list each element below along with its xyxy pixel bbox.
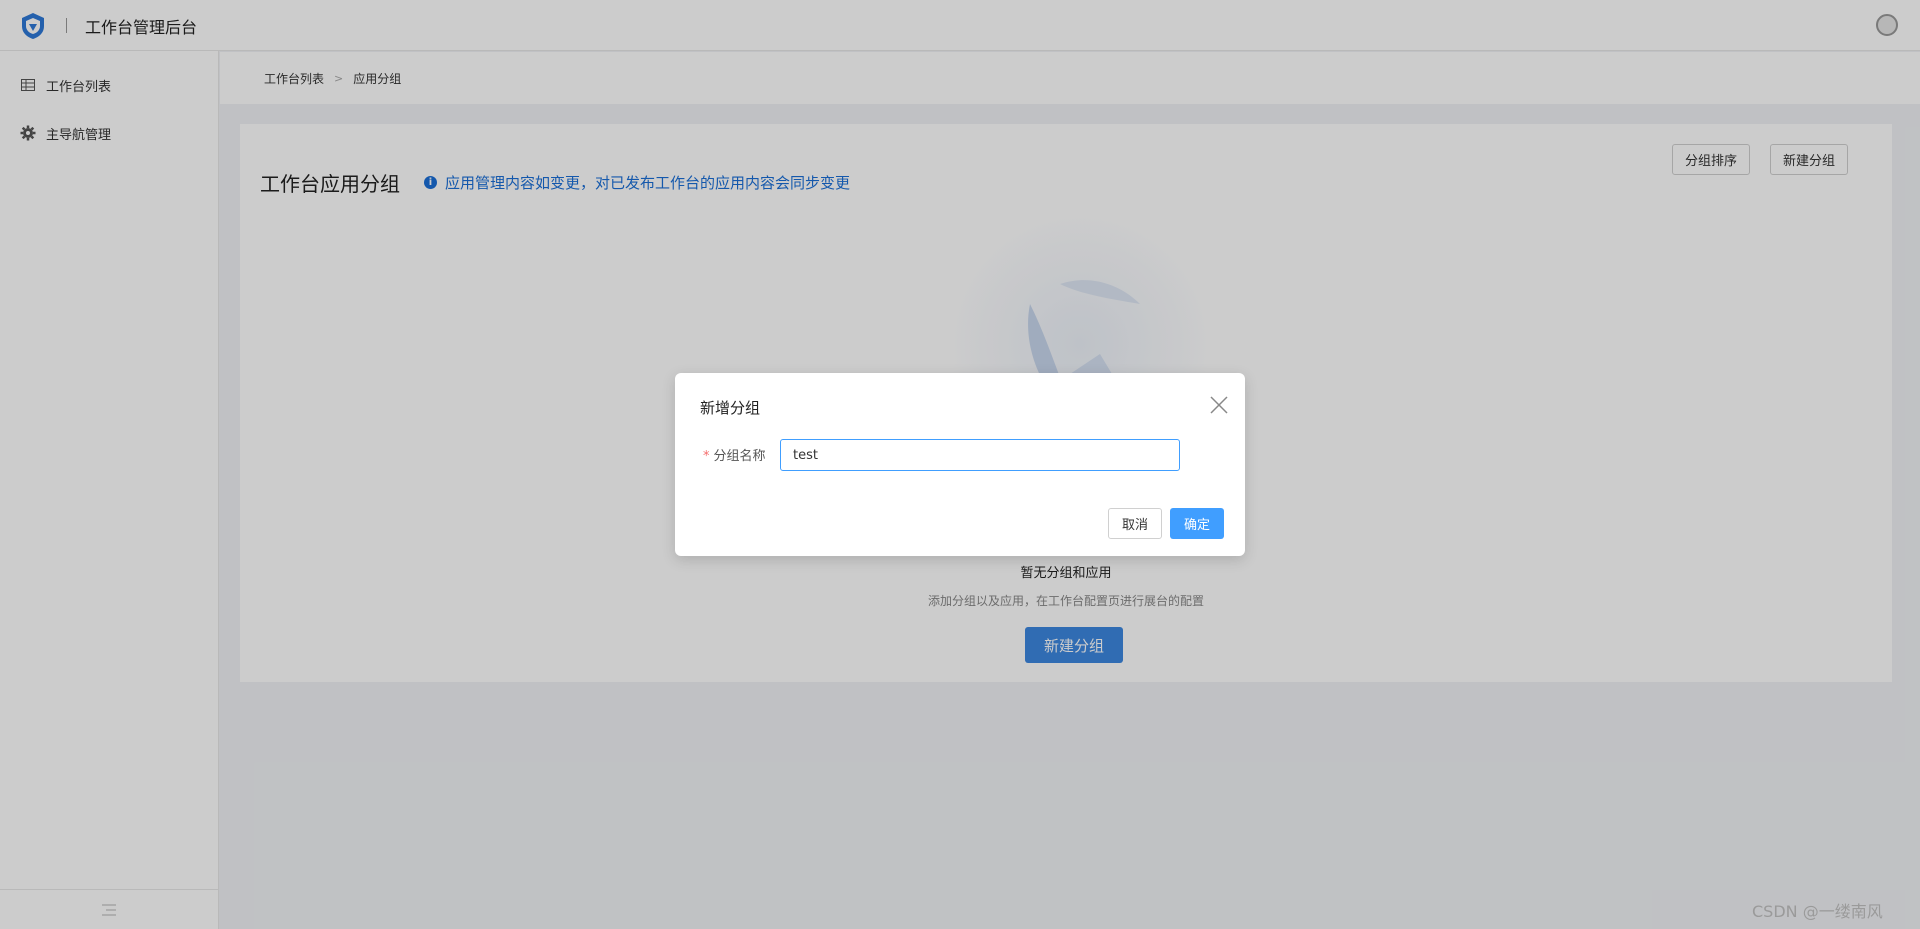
confirm-button[interactable]: 确定	[1170, 508, 1224, 539]
watermark: CSDN @一缕南风	[1752, 902, 1883, 921]
required-mark: *	[703, 449, 710, 464]
add-group-dialog: 新增分组 *分组名称 取消 确定	[675, 373, 1245, 556]
group-name-label: * 分组名称	[703, 445, 766, 464]
dialog-title: 新增分组	[700, 399, 761, 417]
group-name-input[interactable]	[780, 439, 1180, 471]
group-name-label-text: 分组名称	[713, 449, 766, 464]
cancel-button[interactable]: 取消	[1108, 508, 1162, 539]
close-icon[interactable]	[1209, 395, 1229, 415]
